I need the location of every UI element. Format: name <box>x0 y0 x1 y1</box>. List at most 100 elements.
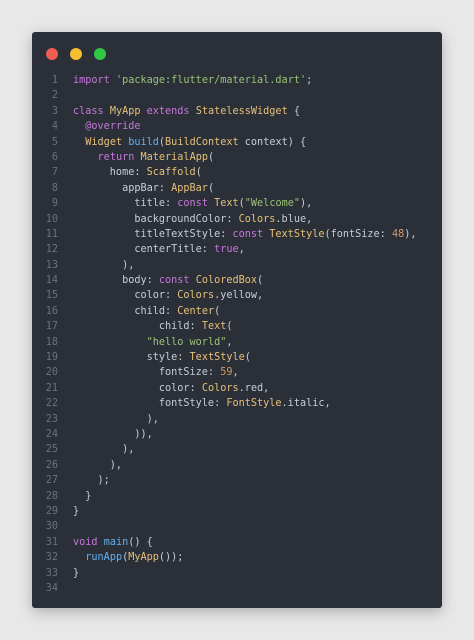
line-text: @override <box>73 119 140 134</box>
code-token: .yellow, <box>214 290 264 302</box>
line-number: 31 <box>45 536 58 548</box>
line-number: 5 <box>51 136 58 148</box>
line-number: 15 <box>45 290 58 302</box>
code-token: title: <box>73 198 178 210</box>
code-window: 1 import 'package:flutter/material.dart';… <box>32 32 442 608</box>
code-editor[interactable]: 1 import 'package:flutter/material.dart';… <box>32 73 442 596</box>
code-token: 'package:flutter/material.dart' <box>115 75 307 86</box>
line-text: void main() { <box>73 535 153 550</box>
code-token: color: <box>73 382 202 394</box>
code-token: const <box>177 198 208 210</box>
line-text: import 'package:flutter/material.dart'; <box>73 73 312 88</box>
code-token: ( <box>226 321 233 333</box>
code-line: 12 centerTitle: true, <box>32 242 442 257</box>
code-line: 30 <box>32 519 442 534</box>
code-line: 3 class MyApp extends StatelessWidget { <box>32 104 442 119</box>
code-token: .red, <box>238 382 270 394</box>
line-number: 33 <box>45 567 58 579</box>
line-number: 21 <box>45 382 58 394</box>
code-token: ), <box>73 459 123 471</box>
code-token: BuildContext <box>165 136 239 148</box>
code-token: ( <box>214 305 221 317</box>
line-text: } <box>73 566 79 581</box>
code-token: Scaffold <box>146 167 196 179</box>
code-token: } <box>73 505 80 517</box>
maximize-dot-icon[interactable] <box>94 48 106 60</box>
code-token: style: <box>73 352 190 364</box>
code-line: 26 ), <box>32 458 442 473</box>
code-token: void <box>73 536 98 548</box>
code-token: body: <box>73 275 159 287</box>
line-number: 22 <box>45 398 58 410</box>
line-number: 13 <box>45 259 58 271</box>
code-line: 10 backgroundColor: Colors.blue, <box>32 212 442 227</box>
line-text: Widget build(BuildContext context) { <box>73 135 306 150</box>
code-token: ), <box>73 259 135 271</box>
code-token: () { <box>128 536 153 548</box>
line-number: 4 <box>51 121 58 133</box>
code-line: 9 title: const Text("Welcome"), <box>32 196 442 211</box>
code-line: 11 titleTextStyle: const TextStyle(fontS… <box>32 227 442 242</box>
code-token: , <box>238 244 245 256</box>
code-token: extends <box>146 105 190 117</box>
code-token: ), <box>299 198 313 210</box>
code-line: 27 ); <box>32 473 442 488</box>
window-controls <box>46 47 114 60</box>
code-line: 13 ), <box>32 258 442 273</box>
code-token: "Welcome" <box>244 198 300 210</box>
code-token: Colors <box>177 290 215 302</box>
line-text: "hello world", <box>73 335 233 350</box>
code-token: .blue, <box>275 213 313 225</box>
line-number: 14 <box>45 275 58 287</box>
code-token: const <box>232 228 264 240</box>
code-token: child: <box>73 321 202 333</box>
code-token: 59 <box>220 367 233 379</box>
line-number: 6 <box>51 151 58 163</box>
line-text: ); <box>73 473 110 488</box>
line-text: class MyApp extends StatelessWidget { <box>73 104 300 119</box>
code-token: Text <box>214 198 239 210</box>
line-text: color: Colors.yellow, <box>73 288 263 303</box>
line-number: 25 <box>45 444 58 456</box>
line-text: } <box>73 489 91 504</box>
line-text: ), <box>73 442 134 457</box>
line-text: backgroundColor: Colors.blue, <box>73 212 312 227</box>
code-token: "hello world" <box>146 336 227 348</box>
code-token: } <box>73 567 80 579</box>
line-number: 27 <box>45 475 58 487</box>
code-token: main <box>103 536 129 548</box>
line-text: appBar: AppBar( <box>73 181 214 196</box>
line-number: 9 <box>51 198 58 210</box>
code-token: import <box>73 75 110 86</box>
code-token: fontStyle: <box>73 398 227 410</box>
line-number: 28 <box>45 490 58 502</box>
line-number: 11 <box>45 228 58 240</box>
line-text: ), <box>73 258 134 273</box>
close-dot-icon[interactable] <box>46 48 58 60</box>
code-token: , <box>232 367 239 379</box>
minimize-dot-icon[interactable] <box>70 48 82 60</box>
line-number: 8 <box>51 182 58 194</box>
code-token: Center <box>177 305 215 317</box>
code-token: 48 <box>391 228 405 240</box>
code-line: 1 import 'package:flutter/material.dart'; <box>32 73 442 88</box>
line-number: 24 <box>45 428 58 440</box>
line-number: 20 <box>45 367 58 379</box>
line-number: 29 <box>45 505 58 517</box>
code-line: 24 )), <box>32 427 442 442</box>
code-token: ( <box>244 352 251 364</box>
code-line: 29} <box>32 504 442 519</box>
code-line: 31 void main() { <box>32 535 442 550</box>
line-text: ), <box>73 458 122 473</box>
code-token: TextStyle <box>189 352 245 364</box>
code-token: } <box>73 490 92 502</box>
code-token: child: <box>73 305 178 317</box>
line-text: style: TextStyle( <box>73 350 251 365</box>
line-text: fontSize: 59, <box>73 365 239 380</box>
code-line: 16 child: Center( <box>32 304 442 319</box>
code-token: centerTitle: <box>73 244 215 256</box>
line-text: home: Scaffold( <box>73 165 202 180</box>
code-line: 5 Widget build(BuildContext context) { <box>32 135 442 150</box>
